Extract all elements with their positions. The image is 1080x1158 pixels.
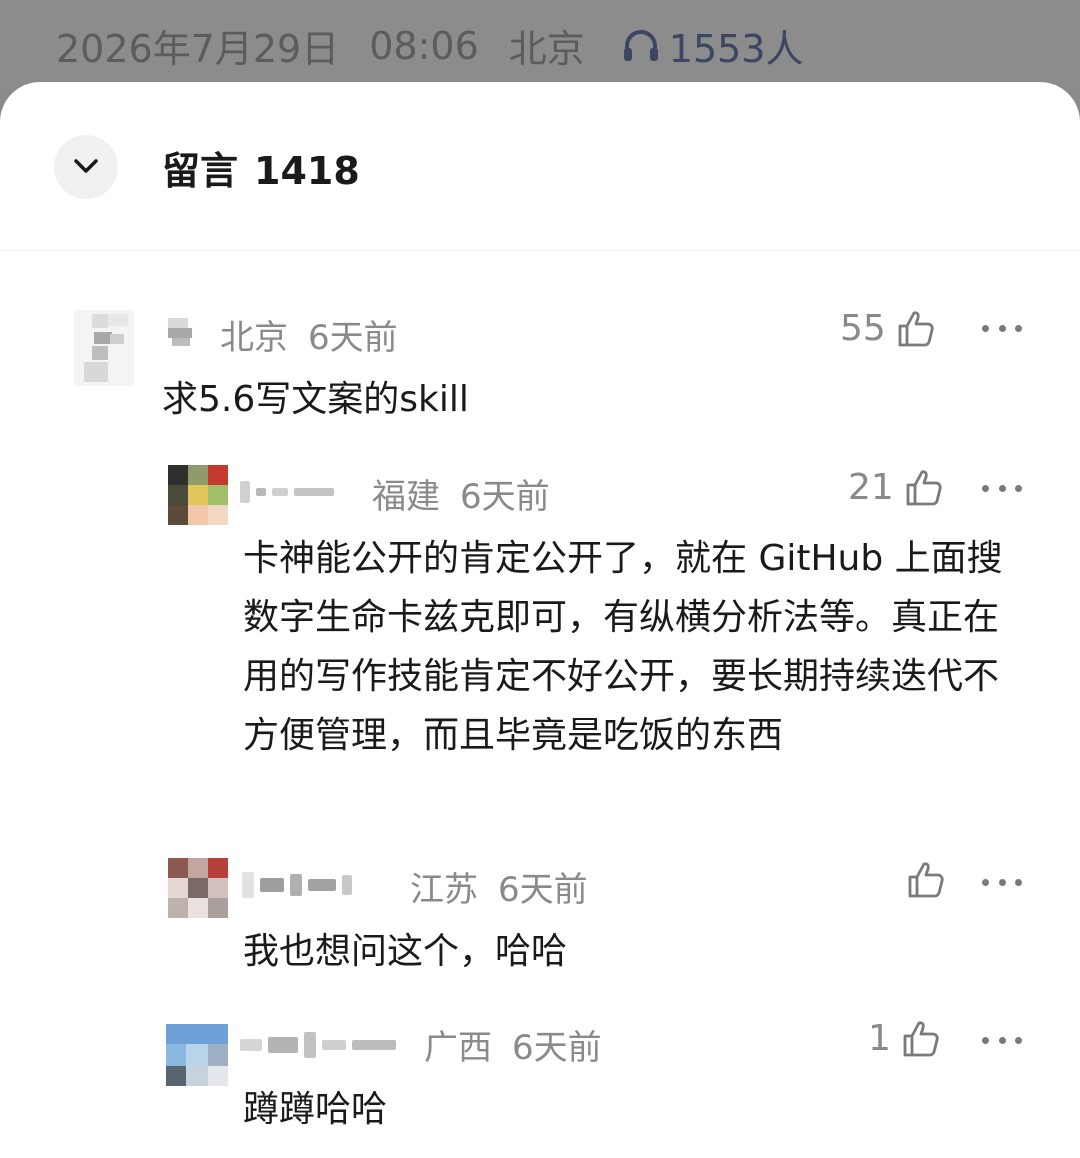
reply-text: 我也想问这个，哈哈 bbox=[243, 931, 568, 972]
article-meta: 2026年7月29日 08:06 北京 1553人 bbox=[56, 18, 804, 73]
username-blurred[interactable] bbox=[240, 481, 340, 503]
comments-count: 1418 bbox=[254, 149, 360, 193]
reply-meta: 广西 6天前 bbox=[424, 1020, 602, 1069]
comments-title-label: 留言 bbox=[162, 149, 239, 193]
reply-time: 6天前 bbox=[512, 1028, 602, 1068]
collapse-button[interactable] bbox=[54, 135, 118, 199]
reply-time: 6天前 bbox=[460, 477, 550, 517]
reply-meta: 江苏 6天前 bbox=[410, 862, 588, 911]
reply-time: 6天前 bbox=[498, 870, 588, 910]
comment-text: 求5.6写文案的skill bbox=[162, 379, 469, 420]
username-blurred[interactable] bbox=[166, 316, 196, 348]
more-options-button[interactable] bbox=[982, 468, 1022, 508]
more-options-button[interactable] bbox=[982, 308, 1022, 348]
thumbs-up-icon bbox=[898, 310, 934, 346]
username-blurred[interactable] bbox=[242, 872, 358, 898]
reply-location: 广西 bbox=[424, 1028, 492, 1068]
username-blurred[interactable] bbox=[240, 1032, 402, 1058]
comments-sheet: 留言 1418 北京 6天前 55 求5.6写文案的skill 福建 6天前 2… bbox=[0, 82, 1080, 1158]
comment-meta: 北京 6天前 bbox=[220, 310, 398, 359]
publish-location: 北京 bbox=[508, 27, 585, 71]
listen-count-text: 1553人 bbox=[668, 27, 804, 71]
reply-text: 蹲蹲哈哈 bbox=[243, 1089, 388, 1130]
like-button[interactable]: 21 bbox=[848, 467, 944, 508]
more-options-button[interactable] bbox=[982, 862, 1022, 902]
chevron-down-icon bbox=[74, 159, 98, 173]
like-button[interactable] bbox=[896, 860, 946, 900]
like-button[interactable]: 1 bbox=[868, 1018, 941, 1059]
listen-count[interactable]: 1553人 bbox=[621, 18, 804, 73]
thumbs-up-icon bbox=[908, 862, 944, 898]
avatar[interactable] bbox=[166, 1024, 228, 1086]
more-options-button[interactable] bbox=[982, 1020, 1022, 1060]
headphones-icon bbox=[623, 29, 658, 61]
article-meta-bar: 2026年7月29日 08:06 北京 1553人 bbox=[0, 0, 1080, 90]
like-count: 21 bbox=[848, 467, 894, 508]
publish-time: 08:06 bbox=[369, 23, 479, 68]
comment-time: 6天前 bbox=[308, 318, 398, 358]
reply-location: 江苏 bbox=[410, 870, 478, 910]
comment-location: 北京 bbox=[220, 318, 288, 358]
reply-text: 卡神能公开的肯定公开了，就在 GitHub 上面搜数字生命卡兹克即可，有纵横分析… bbox=[243, 538, 1003, 756]
reply-location: 福建 bbox=[372, 477, 440, 517]
avatar[interactable] bbox=[168, 465, 228, 525]
like-count: 55 bbox=[840, 308, 886, 349]
comments-title: 留言 1418 bbox=[162, 140, 360, 195]
reply-meta: 福建 6天前 bbox=[372, 469, 550, 518]
like-count: 1 bbox=[868, 1018, 891, 1059]
thumbs-up-icon bbox=[906, 469, 942, 505]
comments-header: 留言 1418 bbox=[0, 82, 1080, 251]
avatar[interactable] bbox=[168, 858, 228, 918]
publish-date: 2026年7月29日 bbox=[56, 27, 340, 71]
like-button[interactable]: 55 bbox=[840, 308, 936, 349]
avatar[interactable] bbox=[74, 310, 134, 386]
thumbs-up-icon bbox=[903, 1020, 939, 1056]
